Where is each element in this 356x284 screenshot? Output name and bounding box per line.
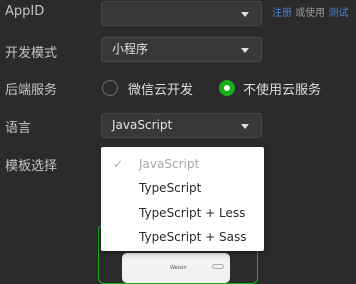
radio-no-cloud[interactable] xyxy=(219,80,235,96)
test-account-link[interactable]: 测试 xyxy=(328,8,348,19)
dev-mode-value: 小程序 xyxy=(112,42,149,56)
chevron-down-icon xyxy=(241,48,249,53)
language-option-typescript-sass[interactable]: TypeScript + Sass xyxy=(139,230,247,244)
appid-select[interactable] xyxy=(101,1,262,26)
chevron-down-icon xyxy=(241,124,249,129)
language-select[interactable]: JavaScript xyxy=(101,113,262,138)
appid-links: 注册 或使用 测试 xyxy=(272,4,348,19)
phone-preview: Weixin xyxy=(122,253,230,283)
radio-wechat-cloud[interactable] xyxy=(102,80,118,96)
template-label: 模板选择 xyxy=(5,159,58,174)
language-value: JavaScript xyxy=(112,118,173,132)
chevron-down-icon xyxy=(241,12,249,17)
radio-wechat-cloud-label[interactable]: 微信云开发 xyxy=(128,79,193,98)
radio-no-cloud-label[interactable]: 不使用云服务 xyxy=(243,79,321,98)
register-link[interactable]: 注册 xyxy=(272,8,292,19)
language-label: 语言 xyxy=(5,121,32,136)
language-option-typescript-less[interactable]: TypeScript + Less xyxy=(139,206,245,220)
appid-label: AppID xyxy=(5,4,45,19)
backend-label: 后端服务 xyxy=(5,83,58,98)
check-icon: ✓ xyxy=(113,157,124,171)
language-option-typescript[interactable]: TypeScript xyxy=(139,181,201,195)
capsule-menu-icon xyxy=(212,264,224,269)
language-option-javascript[interactable]: JavaScript xyxy=(139,157,199,171)
phone-title: Weixin xyxy=(170,265,187,271)
or-text: 或使用 xyxy=(295,8,326,19)
language-dropdown-menu: ✓ JavaScript TypeScript TypeScript + Les… xyxy=(101,147,264,251)
dev-mode-label: 开发模式 xyxy=(5,46,58,61)
dev-mode-select[interactable]: 小程序 xyxy=(101,37,262,62)
